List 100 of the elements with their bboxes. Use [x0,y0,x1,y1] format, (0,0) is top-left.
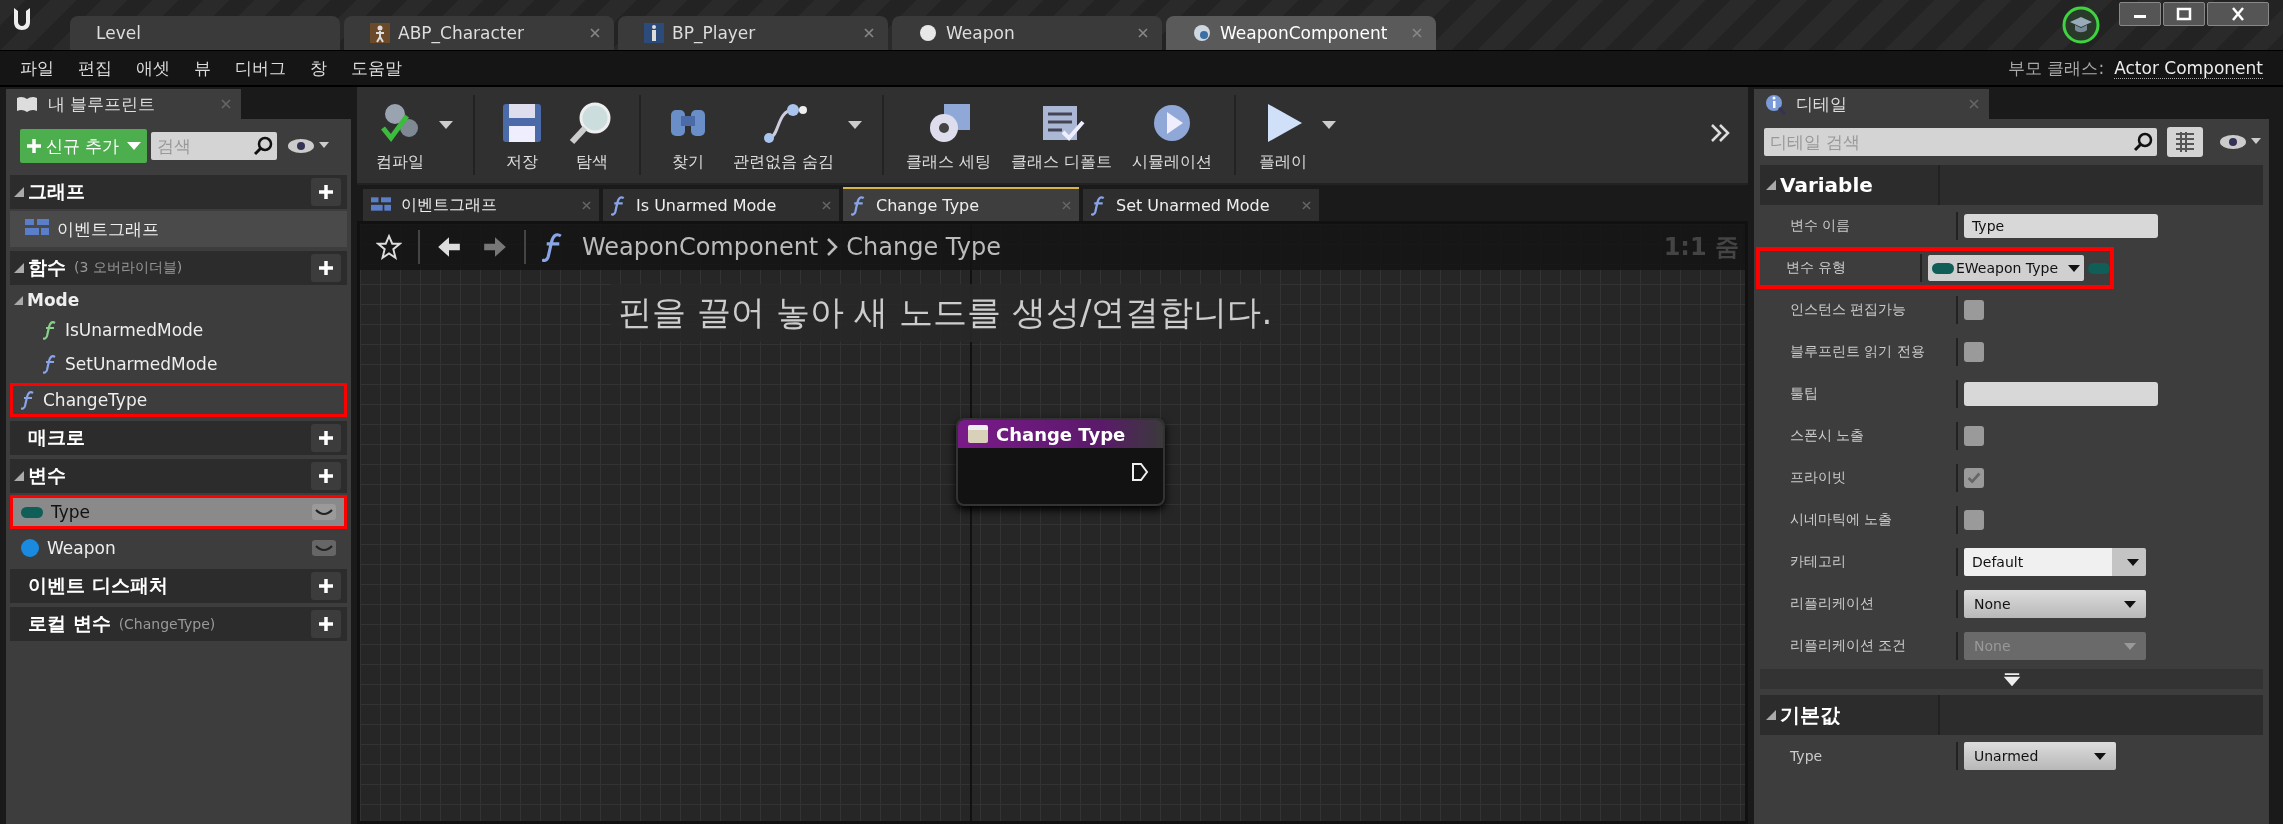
expand-arrow-icon[interactable] [14,263,24,273]
graph-item[interactable]: 이벤트그래프 [10,211,347,247]
category-label[interactable]: Mode [27,290,80,310]
caret-icon[interactable] [1322,121,1337,129]
dropdown[interactable]: None [1964,590,2146,618]
graduation-cap-icon[interactable] [2061,5,2101,45]
graph-hint: 핀을 끌어 놓아 새 노드를 생성/연결합니다. [610,284,1281,342]
find-button[interactable]: 찾기 [653,95,723,175]
checkbox[interactable] [1964,342,1984,362]
component-icon [1192,23,1212,43]
expand-arrow-icon[interactable] [14,295,23,305]
close-icon[interactable] [1138,28,1148,38]
checkbox[interactable] [1964,510,1984,530]
checkbox[interactable] [1964,300,1984,320]
section-note: (3 오버라이더블) [74,259,183,277]
graph-tab[interactable]: Change Type [843,187,1079,221]
parent-class-link[interactable]: Actor Component [2114,57,2263,79]
expand-arrow-icon[interactable] [14,471,24,481]
menu-item[interactable]: 편집 [66,56,124,80]
compile-button[interactable]: 컴파일 [365,95,435,175]
text-field[interactable] [1964,382,2158,406]
graph-tab[interactable]: Set Unarmed Mode [1083,189,1319,221]
add-icon[interactable] [311,610,341,638]
add-icon[interactable] [311,462,341,490]
eye-icon[interactable] [2219,132,2263,152]
caret-icon[interactable] [848,121,863,129]
info-icon [1764,93,1786,115]
simulate-button[interactable]: 시뮬레이션 [1122,95,1223,175]
search-field[interactable]: 검색 [151,132,278,160]
add-icon[interactable] [311,178,341,206]
breadcrumb-item[interactable]: Change Type [846,233,1001,261]
menu-item[interactable]: 파일 [8,56,66,80]
section-title[interactable]: 매크로 [28,425,85,451]
function-entry-node[interactable]: Change Type [956,418,1165,506]
graph-tab[interactable]: 이벤트그래프 [363,189,599,221]
variable-item[interactable]: Type [10,495,347,529]
minimize-icon[interactable] [2119,2,2161,26]
graph-tab[interactable]: Is Unarmed Mode [603,189,839,221]
add-icon[interactable] [311,254,341,282]
expand-arrow-icon[interactable] [14,187,24,197]
visibility-icon[interactable] [312,540,336,556]
close-icon[interactable] [864,28,874,38]
function-item[interactable]: IsUnarmedMode [10,313,347,347]
class-defaults-button[interactable]: 클래스 디폴트 [1001,95,1123,175]
grid-view-icon[interactable] [2167,127,2203,157]
caret-icon [2094,752,2106,760]
dropdown[interactable]: Unarmed [1964,742,2116,770]
caret-icon[interactable] [439,121,453,129]
section-title[interactable]: 그래프 [28,179,85,205]
expand-arrow-icon[interactable] [1766,180,1776,190]
variable-item[interactable]: Weapon [10,531,347,565]
function-icon [43,320,57,340]
document-tab[interactable]: BP_Player [618,16,888,50]
add-icon[interactable] [311,572,341,600]
function-item[interactable]: SetUnarmedMode [10,347,347,381]
document-tab[interactable]: Weapon [892,16,1162,50]
property-label: 인스턴스 편집가능 [1764,296,1958,324]
eye-icon[interactable] [287,136,332,156]
panel-tab[interactable]: 디테일 [1754,89,1989,119]
play-button[interactable]: 플레이 [1248,95,1319,175]
close-icon[interactable] [2207,2,2269,26]
section-title[interactable]: Variable [1780,173,1873,197]
checkbox[interactable] [1964,426,1984,446]
close-icon[interactable] [590,28,600,38]
function-icon [542,231,564,263]
menu-item[interactable]: 디버그 [223,56,298,80]
caret-icon [2068,264,2080,272]
type-dropdown[interactable]: EWeapon Type [1928,255,2084,281]
exec-pin-icon[interactable] [1131,462,1149,482]
maximize-icon[interactable] [2163,2,2205,26]
menu-item[interactable]: 뷰 [182,56,223,80]
section-title[interactable]: 변수 [28,463,66,489]
chevron-icon [826,237,839,257]
browse-button[interactable]: 탐색 [557,95,627,175]
property-label: 시네마틱에 노출 [1764,506,1958,534]
visibility-icon[interactable] [312,504,336,520]
section-title[interactable]: 기본값 [1780,701,1840,729]
breadcrumb-item[interactable]: WeaponComponent [582,233,819,261]
expand-arrow-icon[interactable] [1766,710,1776,720]
class-settings-button[interactable]: 클래스 세팅 [896,95,1002,175]
hide-button[interactable]: 관련없음 숨김 [723,95,845,175]
document-tab[interactable]: Level [70,16,340,50]
menu-item[interactable]: 애셋 [124,56,182,80]
save-button[interactable]: 저장 [487,95,557,175]
function-icon [611,194,626,216]
menu-item[interactable]: 창 [298,56,339,80]
section-title[interactable]: 함수 [28,255,66,281]
document-tab[interactable]: WeaponComponent [1166,16,1436,50]
panel-tab[interactable]: 내 블루프린트 [6,89,241,119]
menu-item[interactable]: 도움말 [339,56,414,80]
function-item[interactable]: ChangeType [10,383,347,417]
text-field[interactable]: Type [1964,214,2158,238]
add-icon[interactable] [311,424,341,452]
star-icon[interactable] [376,234,402,260]
section-title[interactable]: 로컬 변수 [28,611,111,637]
document-tab[interactable]: ABP_Character [344,16,614,50]
advanced-toggle-icon[interactable] [1760,669,2263,689]
search-field[interactable]: 디테일 검색 [1764,128,2157,156]
checkbox[interactable] [1964,468,1984,488]
property-label: 카테고리 [1764,548,1958,576]
